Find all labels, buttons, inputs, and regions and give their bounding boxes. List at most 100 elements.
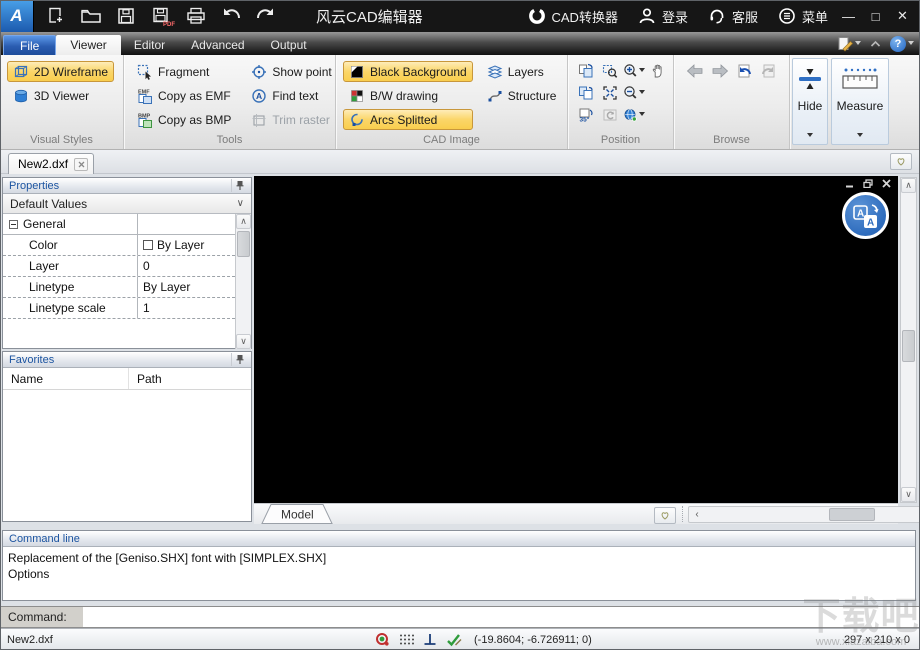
- command-line-header[interactable]: Command line: [3, 531, 915, 547]
- status-sheet-size: 297 x 210 x 0: [843, 633, 910, 646]
- structure-button[interactable]: Structure: [481, 85, 563, 106]
- fragment-button[interactable]: Fragment: [131, 61, 237, 82]
- cad-converter-button[interactable]: CAD转换器: [528, 7, 618, 26]
- rotate-pages-button[interactable]: [574, 60, 598, 82]
- command-input[interactable]: [83, 606, 920, 628]
- property-value[interactable]: By Layer: [137, 235, 235, 255]
- hide-button[interactable]: Hide: [792, 58, 828, 145]
- rotate-angle-button[interactable]: 35°: [574, 104, 598, 126]
- pin-button[interactable]: [231, 179, 247, 192]
- favorites-header[interactable]: Favorites: [3, 352, 251, 368]
- ortho-icon[interactable]: [423, 633, 437, 646]
- copy-pages-button[interactable]: [574, 82, 598, 104]
- menu-button[interactable]: 菜单: [778, 7, 828, 26]
- close-button[interactable]: ✕: [889, 0, 916, 32]
- translate-fab-button[interactable]: A A: [842, 192, 889, 239]
- new-file-button[interactable]: [44, 4, 68, 28]
- measure-button[interactable]: Measure: [831, 58, 889, 145]
- bw-drawing-button[interactable]: B/W drawing: [343, 85, 473, 106]
- scroll-thumb[interactable]: [237, 231, 250, 257]
- customize-button[interactable]: [837, 36, 861, 52]
- help-button[interactable]: ?: [890, 36, 914, 52]
- mdi-minimize-icon[interactable]: [845, 179, 854, 188]
- show-point-button[interactable]: Show point: [245, 61, 337, 82]
- column-name[interactable]: Name: [3, 368, 129, 389]
- open-file-button[interactable]: [79, 4, 103, 28]
- zoom-in-button[interactable]: [622, 60, 646, 82]
- mdi-restore-icon[interactable]: [863, 179, 873, 188]
- vertical-scrollbar[interactable]: ∧ ∨: [900, 177, 917, 503]
- save-as-pdf-button[interactable]: PDF: [149, 4, 175, 28]
- model-tab[interactable]: Model: [259, 504, 335, 524]
- scroll-thumb[interactable]: [902, 330, 915, 362]
- collapse-section-icon[interactable]: [9, 219, 18, 229]
- tab-output[interactable]: Output: [258, 35, 320, 55]
- grid-snap-icon[interactable]: [399, 633, 414, 646]
- back-arrow-icon[interactable]: [686, 64, 704, 78]
- minimize-button[interactable]: —: [835, 0, 862, 32]
- 2d-wireframe-button[interactable]: 2D Wireframe: [7, 61, 115, 82]
- maximize-button[interactable]: □: [862, 0, 889, 32]
- undo-button[interactable]: [219, 4, 243, 28]
- status-filename: New2.dxf: [7, 633, 53, 646]
- forward-arrow-icon[interactable]: [711, 64, 729, 78]
- osnap-icon[interactable]: [375, 632, 390, 647]
- 3d-viewer-button[interactable]: 3D Viewer: [7, 85, 114, 106]
- document-close-button[interactable]: [74, 157, 89, 171]
- scroll-left-icon[interactable]: ‹: [689, 507, 705, 522]
- hide-caret-icon: [807, 133, 813, 140]
- tab-viewer[interactable]: Viewer: [56, 35, 121, 55]
- pin-button[interactable]: [231, 353, 247, 366]
- horizontal-scrollbar[interactable]: ‹ ›: [688, 506, 920, 523]
- black-background-button[interactable]: Black Background: [343, 61, 473, 82]
- copy-as-emf-button[interactable]: EMF Copy as EMF: [131, 85, 237, 106]
- section-row[interactable]: General: [3, 214, 235, 235]
- tab-advanced[interactable]: Advanced: [178, 35, 257, 55]
- scroll-up-icon[interactable]: ∧: [236, 214, 251, 229]
- close-icon: [78, 161, 84, 167]
- fit-to-screen-button[interactable]: [598, 82, 622, 104]
- find-text-button[interactable]: A Find text: [245, 85, 337, 106]
- scroll-down-icon[interactable]: ∨: [236, 334, 251, 349]
- trim-raster-button[interactable]: Trim raster: [245, 109, 337, 130]
- property-value[interactable]: By Layer: [137, 277, 235, 297]
- undo-view-icon[interactable]: [736, 63, 753, 79]
- sketch-check-icon[interactable]: [446, 633, 462, 647]
- arcs-splitted-button[interactable]: Arcs Splitted: [343, 109, 473, 130]
- zoom-window-button[interactable]: [598, 60, 622, 82]
- mdi-close-icon[interactable]: [882, 179, 891, 188]
- properties-header[interactable]: Properties: [3, 178, 251, 194]
- arcs-splitted-icon: [351, 113, 363, 126]
- document-tab[interactable]: New2.dxf: [8, 153, 95, 174]
- redo-button[interactable]: [254, 4, 278, 28]
- preset-combo[interactable]: Default Values ∨: [3, 194, 251, 214]
- layout-expand-button[interactable]: [654, 507, 676, 524]
- column-path[interactable]: Path: [129, 372, 162, 386]
- layers-button[interactable]: Layers: [481, 61, 563, 82]
- drawing-canvas[interactable]: A A: [254, 176, 898, 503]
- login-button[interactable]: 登录: [638, 7, 688, 26]
- layers-icon: [487, 64, 503, 79]
- zoom-scale-button[interactable]: [622, 104, 646, 126]
- print-button[interactable]: [184, 4, 208, 28]
- panel-expand-button[interactable]: [890, 153, 912, 170]
- save-button[interactable]: [114, 4, 138, 28]
- zoom-out-caret-icon: [639, 89, 645, 97]
- pan-button[interactable]: [646, 60, 670, 82]
- property-value[interactable]: 1: [137, 298, 235, 318]
- tab-file[interactable]: File: [3, 35, 57, 55]
- scroll-up-icon[interactable]: ∧: [901, 178, 916, 193]
- scroll-down-icon[interactable]: ∨: [901, 487, 916, 502]
- previous-view-button[interactable]: [598, 104, 622, 126]
- status-toggles: [375, 632, 462, 647]
- tab-editor[interactable]: Editor: [121, 35, 178, 55]
- redo-view-icon[interactable]: [760, 63, 777, 79]
- properties-scrollbar[interactable]: ∧ ∨: [235, 214, 251, 349]
- zoom-out-button[interactable]: [622, 82, 646, 104]
- collapse-ribbon-icon[interactable]: [869, 39, 882, 49]
- property-value[interactable]: 0: [137, 256, 235, 276]
- support-button[interactable]: 客服: [708, 7, 758, 26]
- copy-as-bmp-button[interactable]: BMP Copy as BMP: [131, 109, 237, 130]
- scroll-thumb[interactable]: [829, 508, 875, 521]
- app-logo-icon[interactable]: A: [0, 0, 34, 32]
